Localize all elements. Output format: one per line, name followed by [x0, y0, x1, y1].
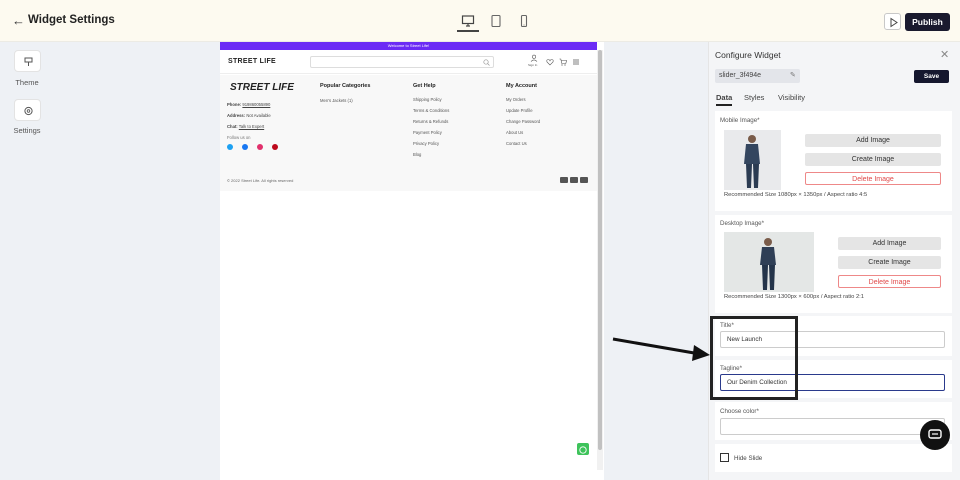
desktop-view-icon[interactable]: [457, 14, 479, 32]
phone-link[interactable]: 919860055890: [242, 102, 270, 107]
mobile-create-image-button[interactable]: Create Image: [805, 153, 941, 166]
mobile-image-thumbnail[interactable]: [724, 130, 781, 190]
payment-card-icon: [570, 177, 578, 183]
preview-site-header: STREET LIFE Sign In: [220, 50, 597, 74]
address-label: Address:: [227, 113, 246, 118]
follow-label: Follow us on: [227, 135, 251, 140]
pinterest-icon[interactable]: [272, 144, 278, 150]
panel-title: Configure Widget: [715, 50, 781, 60]
save-button[interactable]: Save: [914, 70, 949, 83]
tab-data[interactable]: Data: [716, 93, 733, 106]
sign-in-label[interactable]: Sign In: [528, 63, 537, 67]
footer-link[interactable]: Contact Us: [506, 141, 527, 146]
footer-link[interactable]: Men's Jackets (1): [320, 98, 353, 103]
edit-pencil-icon[interactable]: ✎: [790, 71, 796, 79]
footer-logo: STREET LIFE: [230, 82, 294, 93]
desktop-create-image-button[interactable]: Create Image: [838, 256, 941, 269]
desktop-add-image-button[interactable]: Add Image: [838, 237, 941, 250]
annotation-highlight-box: [710, 316, 798, 400]
copyright-text: © 2022 Street Life. All rights reserved: [227, 178, 294, 183]
settings-button[interactable]: [14, 99, 41, 121]
mobile-add-image-button[interactable]: Add Image: [805, 134, 941, 147]
mobile-image-recommendation: Recommended Size 1080px × 1350px / Aspec…: [724, 192, 868, 198]
desktop-delete-image-button[interactable]: Delete Image: [838, 275, 941, 288]
canvas-gutter: [604, 42, 708, 480]
preview-play-button[interactable]: [884, 13, 901, 30]
instagram-icon[interactable]: [257, 144, 263, 150]
cart-icon[interactable]: [559, 58, 567, 66]
menu-icon[interactable]: [572, 58, 580, 66]
tab-visibility[interactable]: Visibility: [778, 93, 805, 102]
payment-card-icon: [580, 177, 588, 183]
search-icon: [483, 59, 490, 66]
desktop-image-label: Desktop Image*: [720, 220, 765, 227]
settings-label: Settings: [13, 126, 41, 135]
footer-link[interactable]: Privacy Policy: [413, 141, 439, 146]
tablet-view-icon[interactable]: [489, 14, 503, 28]
chat-icon: [928, 429, 942, 439]
preview-logo: STREET LIFE: [228, 58, 277, 65]
phone-label: Phone:: [227, 102, 242, 107]
twitter-icon[interactable]: [227, 144, 233, 150]
preview-footer: STREET LIFE Phone: 919860055890 Address:…: [220, 75, 597, 191]
footer-link[interactable]: Blog: [413, 152, 421, 157]
preview-search-input[interactable]: [310, 56, 494, 68]
color-picker-input[interactable]: [720, 418, 945, 435]
back-arrow-icon[interactable]: ←: [12, 13, 25, 28]
payment-card-icon: [560, 177, 568, 183]
my-account-title: My Account: [506, 83, 537, 89]
mobile-image-label: Mobile Image*: [720, 117, 760, 124]
page-title: Widget Settings: [28, 14, 115, 26]
whatsapp-icon[interactable]: [577, 443, 589, 455]
theme-label: Theme: [15, 78, 39, 87]
theme-button[interactable]: [14, 50, 41, 72]
preview-banner: Welcome to Street Life!: [220, 42, 597, 50]
close-icon[interactable]: ✕: [940, 48, 949, 61]
footer-link[interactable]: Returns & Refunds: [413, 119, 448, 124]
top-bar: ← Widget Settings Publish: [0, 0, 960, 42]
footer-link[interactable]: Shipping Policy: [413, 97, 442, 102]
chat-link[interactable]: Talk to Expert: [239, 124, 264, 129]
footer-link[interactable]: Payment Policy: [413, 130, 442, 135]
widget-slug: slider_3f494e: [719, 72, 762, 79]
choose-color-label: Choose color*: [720, 408, 759, 415]
tab-styles[interactable]: Styles: [744, 93, 764, 102]
get-help-title: Get Help: [413, 83, 436, 89]
address-value: Not Available: [246, 113, 271, 118]
desktop-image-thumbnail[interactable]: [724, 232, 814, 292]
footer-link[interactable]: Terms & Conditions: [413, 108, 449, 113]
footer-link[interactable]: My Orders: [506, 97, 526, 102]
mobile-view-icon[interactable]: [517, 14, 531, 28]
mobile-delete-image-button[interactable]: Delete Image: [805, 172, 941, 185]
footer-link[interactable]: About Us: [506, 130, 523, 135]
annotation-arrow-icon: [612, 337, 710, 361]
chat-label: Chat:: [227, 124, 238, 129]
chat-support-button[interactable]: [920, 420, 950, 450]
gear-icon: [24, 106, 33, 116]
user-icon[interactable]: [530, 54, 538, 62]
paint-brush-icon: [24, 57, 33, 66]
heart-icon[interactable]: [546, 58, 554, 66]
publish-button[interactable]: Publish: [905, 13, 950, 31]
hide-slide-label: Hide Slide: [734, 455, 763, 462]
canvas-scroll-thumb[interactable]: [598, 50, 602, 450]
desktop-image-recommendation: Recommended Size 1300px × 600px / Aspect…: [724, 294, 865, 300]
hide-slide-checkbox[interactable]: [720, 453, 729, 462]
popular-categories-title: Popular Categories: [320, 83, 371, 89]
facebook-icon[interactable]: [242, 144, 248, 150]
footer-link[interactable]: Update Profile: [506, 108, 533, 113]
footer-link[interactable]: Change Password: [506, 119, 540, 124]
